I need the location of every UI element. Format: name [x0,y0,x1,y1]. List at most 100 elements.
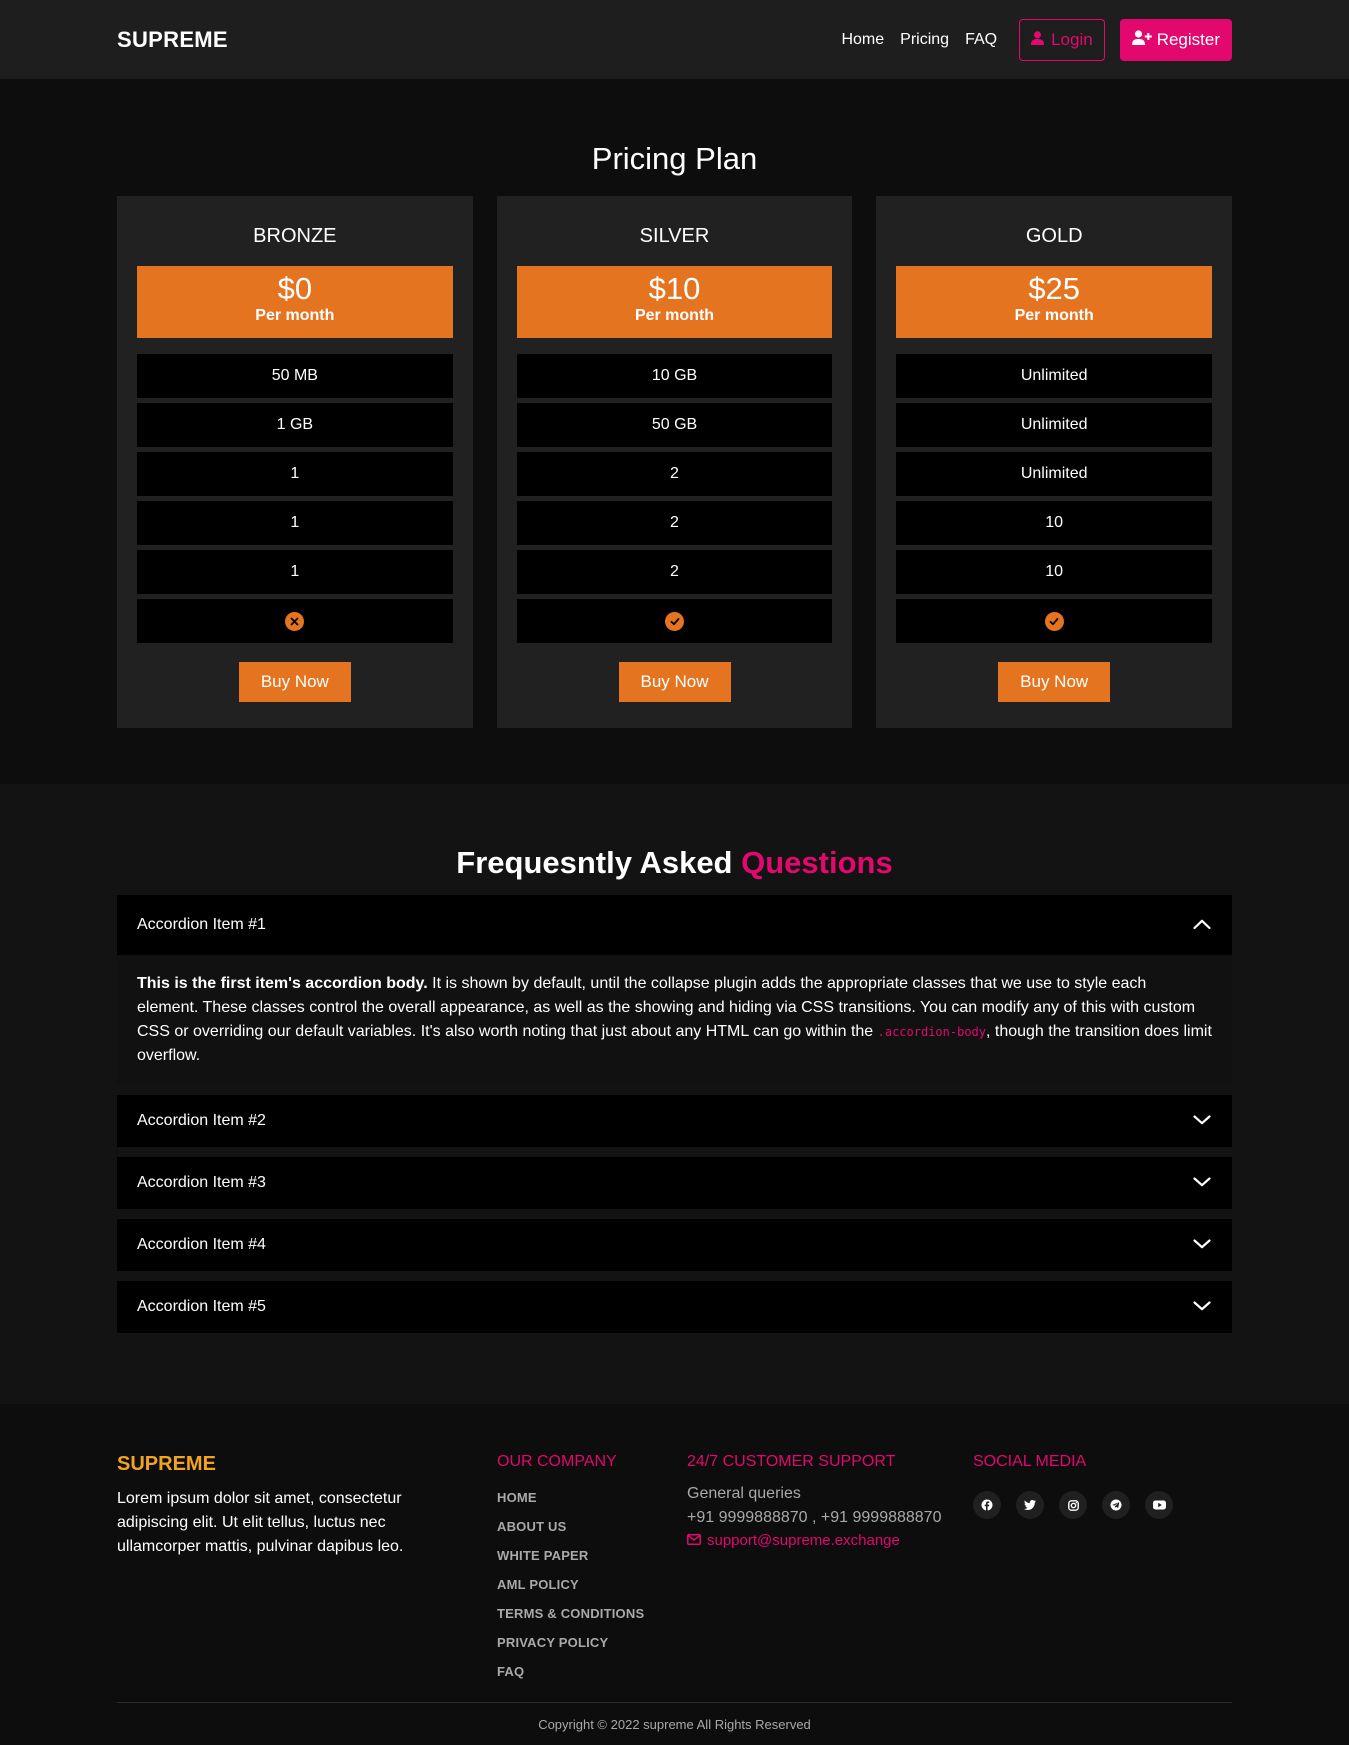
buy-now-button[interactable]: Buy Now [998,662,1111,702]
chevron-down-icon [1193,1112,1211,1130]
plan-price: $10 [648,271,701,306]
accordion-body: This is the first item's accordion body.… [117,955,1232,1085]
footer-company-heading: OUR COMPANY [497,1453,617,1470]
feature-row: Unlimited [896,452,1213,496]
footer-link-home[interactable]: HOME [497,1483,687,1512]
footer-link-about[interactable]: ABOUT US [497,1512,687,1541]
x-circle-icon [285,611,305,631]
plan-period: Per month [255,307,335,324]
accordion-title: Accordion Item #5 [137,1298,266,1315]
plan-name: SILVER [639,225,710,247]
chevron-down-icon [1193,1174,1211,1192]
feature-row: 10 [896,550,1213,594]
footer-description: Lorem ipsum dolor sit amet, consectetur … [117,1490,404,1555]
facebook-icon[interactable] [973,1491,1001,1519]
accordion-item: Accordion Item #1 This is the first item… [117,895,1232,1085]
plan-card-silver: SILVER $10 Per month 10 GB 50 GB 2 2 2 B… [496,196,853,728]
support-email-link[interactable]: support@supreme.exchange [687,1530,973,1552]
register-label: Register [1156,29,1220,49]
social-links [973,1491,1232,1519]
accordion-header[interactable]: Accordion Item #1 [117,895,1232,955]
accordion-header[interactable]: Accordion Item #2 [117,1095,1232,1147]
feature-row: 2 [516,550,833,594]
plan-card-gold: GOLD $25 Per month Unlimited Unlimited U… [876,196,1233,728]
copyright: Copyright © 2022 supreme All Rights Rese… [117,1702,1232,1745]
price-box: $10 Per month [516,266,833,338]
check-circle-icon [665,611,684,631]
footer-link-privacy[interactable]: PRIVACY POLICY [497,1628,687,1657]
chevron-down-icon [1193,1236,1211,1254]
accordion-header[interactable]: Accordion Item #4 [117,1219,1232,1271]
footer-company: OUR COMPANY HOME ABOUT US WHITE PAPER AM… [497,1452,687,1702]
accordion-title: Accordion Item #2 [137,1112,266,1129]
footer-social: SOCIAL MEDIA [973,1452,1232,1702]
buy-now-button[interactable]: Buy Now [238,662,351,702]
pricing-title: Pricing Plan [591,141,758,176]
feature-row: Unlimited [896,403,1213,447]
footer-link-faq[interactable]: FAQ [497,1657,687,1686]
plan-name: GOLD [1025,225,1083,247]
accordion-item: Accordion Item #4 [117,1219,1232,1271]
footer-link-white-paper[interactable]: WHITE PAPER [497,1541,687,1570]
buy-now-button[interactable]: Buy Now [618,662,731,702]
brand-logo[interactable]: SUPREME [117,27,228,53]
accordion-body-code: .accordion-body [877,1025,986,1039]
plan-period: Per month [1014,307,1094,324]
faq-title-main: Frequesntly Asked [456,845,733,880]
telegram-icon[interactable] [1102,1491,1130,1519]
twitter-icon[interactable] [1016,1491,1044,1519]
login-label: Login [1051,29,1093,49]
accordion-item: Accordion Item #2 [117,1095,1232,1147]
footer-brand: SUPREME [117,1453,216,1475]
feature-row: 1 GB [137,403,453,447]
login-button[interactable]: Login [1019,18,1105,61]
feature-row-status [516,599,833,643]
faq-title: Frequesntly Asked Questions [117,845,1232,881]
nav-link-pricing[interactable]: Pricing [900,31,949,49]
feature-row: Unlimited [896,354,1213,398]
nav-link-home[interactable]: Home [841,31,884,49]
footer-social-heading: SOCIAL MEDIA [973,1453,1087,1470]
accordion-title: Accordion Item #1 [137,916,266,933]
feature-row: 2 [516,452,833,496]
chevron-up-icon [1193,916,1211,934]
feature-row: 1 [137,501,453,545]
faq-title-accent: Questions [741,845,893,880]
plan-features: 50 MB 1 GB 1 1 1 [137,354,453,643]
feature-row: 10 GB [516,354,833,398]
nav-menu: Home Pricing FAQ Login Register [841,18,1232,61]
price-box: $25 Per month [896,266,1213,338]
nav-link-faq[interactable]: FAQ [965,31,997,49]
envelope-icon [687,1530,701,1552]
accordion-title: Accordion Item #3 [137,1174,266,1191]
plan-period: Per month [634,307,715,324]
pricing-plans: BRONZE $0 Per month 50 MB 1 GB 1 1 1 Buy… [117,196,1233,728]
footer: SUPREME Lorem ipsum dolor sit amet, cons… [0,1404,1349,1745]
user-icon [1031,30,1045,50]
feature-row: 1 [137,550,453,594]
feature-row-status [896,599,1213,643]
plan-price: $25 [1028,271,1081,306]
plan-price: $0 [277,271,313,306]
support-email: support@supreme.exchange [707,1532,900,1549]
price-box: $0 Per month [137,266,453,338]
plan-features: 10 GB 50 GB 2 2 2 [516,354,833,643]
instagram-icon[interactable] [1059,1491,1087,1519]
accordion-body-strong: This is the first item's accordion body. [137,975,428,992]
accordion-header[interactable]: Accordion Item #5 [117,1281,1232,1333]
pricing-section: Pricing Plan BRONZE $0 Per month 50 MB 1… [0,79,1349,784]
footer-link-terms[interactable]: TERMS & CONDITIONS [497,1599,687,1628]
user-plus-icon [1131,29,1152,50]
youtube-icon[interactable] [1145,1491,1173,1519]
accordion-header[interactable]: Accordion Item #3 [117,1157,1232,1209]
navbar: SUPREME Home Pricing FAQ Login Register [0,0,1349,79]
footer-columns: SUPREME Lorem ipsum dolor sit amet, cons… [117,1452,1232,1702]
feature-row: 2 [516,501,833,545]
feature-row: 10 [896,501,1213,545]
register-button[interactable]: Register [1119,18,1232,61]
support-label: General queries [687,1485,801,1502]
accordion-item: Accordion Item #3 [117,1157,1232,1209]
accordion-title: Accordion Item #4 [137,1236,266,1253]
chevron-down-icon [1193,1298,1211,1316]
footer-link-aml-policy[interactable]: AML POLICY [497,1570,687,1599]
